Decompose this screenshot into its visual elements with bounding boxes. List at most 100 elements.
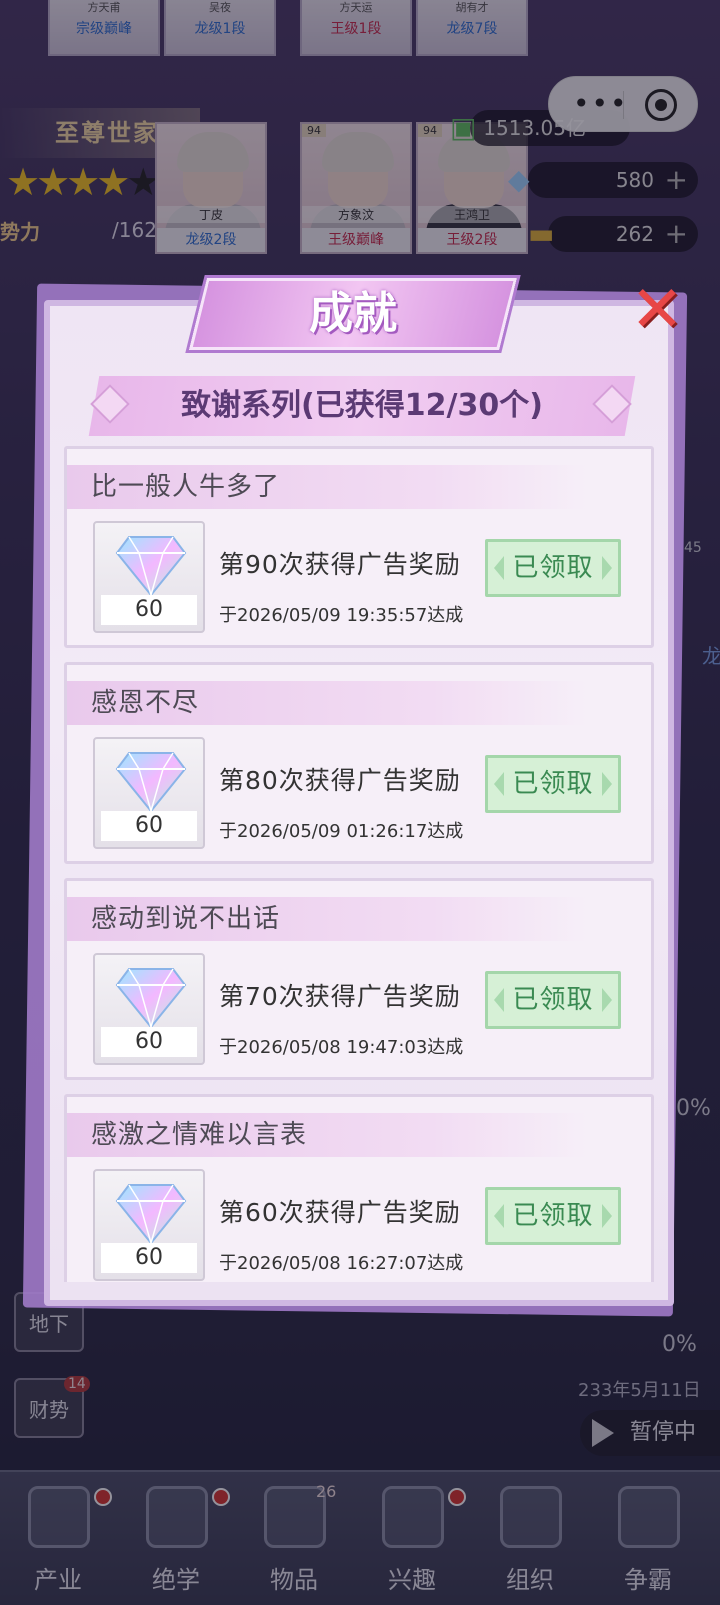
top-card[interactable]: 吴夜 龙级1段 xyxy=(164,0,276,56)
top-card-name: 方天运 xyxy=(339,1,373,14)
claimed-button[interactable]: 已领取 xyxy=(485,539,621,597)
reward-quantity: 60 xyxy=(101,1027,197,1057)
top-card[interactable]: 方天运 王级1段 xyxy=(300,0,412,56)
top-cards-row: 方天甫 宗级巅峰 吴夜 龙级1段 方天运 王级1段 胡有才 龙级7段 xyxy=(0,0,720,60)
character-name: 丁皮 xyxy=(157,206,265,223)
diamond-icon: ◆ xyxy=(508,163,530,196)
top-card-name: 胡有才 xyxy=(455,1,489,14)
diamond-counter[interactable]: ◆ 580 + xyxy=(508,162,698,198)
side-button-label: 地下 xyxy=(29,1312,69,1336)
diamond-icon xyxy=(115,536,187,597)
reward-slot[interactable]: 60 xyxy=(93,953,205,1065)
building-icon xyxy=(28,1486,90,1548)
achievement-description: 第80次获得广告奖励 xyxy=(219,766,461,795)
notification-dot xyxy=(94,1488,112,1506)
nav-compete[interactable]: 争霸 xyxy=(590,1472,706,1605)
claimed-button[interactable]: 已领取 xyxy=(485,1187,621,1245)
notification-dot xyxy=(212,1488,230,1506)
percent-indicator: 0% xyxy=(676,1096,711,1121)
reward-slot[interactable]: 60 xyxy=(93,1169,205,1281)
power-label: 势力 xyxy=(0,220,40,244)
close-miniprogram-icon[interactable] xyxy=(645,89,677,121)
book-icon xyxy=(146,1486,208,1548)
nav-label: 争霸 xyxy=(624,1566,672,1594)
chevron-right-icon xyxy=(602,1204,612,1228)
claimed-label: 已领取 xyxy=(512,1201,594,1231)
character-badge: 94 xyxy=(302,124,326,137)
chevron-left-icon xyxy=(494,556,504,580)
nav-interests[interactable]: 兴趣 xyxy=(354,1472,470,1605)
claimed-button[interactable]: 已领取 xyxy=(485,971,621,1029)
achievement-description: 第60次获得广告奖励 xyxy=(219,1198,461,1227)
diamond-icon xyxy=(115,752,187,813)
achievement-item: 感激之情难以言表 60 第60次获得广告奖励 于2026/05/08 16:27… xyxy=(64,1094,654,1282)
claimed-label: 已领取 xyxy=(512,985,594,1015)
achievement-list[interactable]: 比一般人牛多了 60 第90次获得广告奖励 于2026/05/09 19:35:… xyxy=(64,446,656,1282)
nav-label: 绝学 xyxy=(152,1566,200,1594)
right-card-badge: 45 xyxy=(684,540,702,556)
nav-industry[interactable]: 产业 xyxy=(0,1472,116,1605)
top-card-level: 龙级1段 xyxy=(194,21,246,37)
diamond-icon xyxy=(115,968,187,1029)
notification-dot xyxy=(448,1488,466,1506)
diamond-value: 580 xyxy=(615,168,654,192)
claimed-button[interactable]: 已领取 xyxy=(485,755,621,813)
achievement-date: 于2026/05/09 19:35:57达成 xyxy=(219,605,464,626)
achievement-date: 于2026/05/08 16:27:07达成 xyxy=(219,1253,464,1274)
top-card[interactable]: 方天甫 宗级巅峰 xyxy=(48,0,160,56)
achievement-item: 感动到说不出话 60 第70次获得广告奖励 于2026/05/08 19:47:… xyxy=(64,878,654,1080)
gold-counter[interactable]: ▬ 262 + xyxy=(528,216,698,252)
character-badge: 94 xyxy=(418,124,442,137)
nav-organization[interactable]: 组织 xyxy=(472,1472,588,1605)
close-icon[interactable]: ✕ xyxy=(622,278,692,346)
reward-quantity: 60 xyxy=(101,595,197,625)
achievement-item: 感恩不尽 60 第80次获得广告奖励 于2026/05/09 01:26:17达… xyxy=(64,662,654,864)
wealth-badge: 14 xyxy=(64,1376,90,1392)
right-card-level: 龙 xyxy=(702,644,720,668)
nav-label: 产业 xyxy=(34,1566,82,1594)
pause-button[interactable]: 暂停中 xyxy=(580,1410,720,1456)
trophy-icon xyxy=(618,1486,680,1548)
chevron-right-icon xyxy=(602,556,612,580)
character-card[interactable]: 94 方象汶 王级巅峰 xyxy=(300,122,412,254)
diamond-icon xyxy=(115,1184,187,1245)
reward-slot[interactable]: 60 xyxy=(93,737,205,849)
add-gold-icon[interactable]: + xyxy=(665,216,688,252)
modal-title: 成就 xyxy=(309,288,397,339)
capsule-divider xyxy=(623,91,624,119)
more-menu-icon[interactable]: ••• xyxy=(573,87,629,120)
achievement-date: 于2026/05/09 01:26:17达成 xyxy=(219,821,464,842)
top-card-level: 宗级巅峰 xyxy=(76,21,132,37)
reward-slot[interactable]: 60 xyxy=(93,521,205,633)
nav-items[interactable]: 26 物品 xyxy=(236,1472,352,1605)
family-title: 至尊世家 xyxy=(55,119,159,147)
claimed-label: 已领取 xyxy=(512,553,594,583)
play-icon xyxy=(592,1419,614,1447)
achievement-name: 感动到说不出话 xyxy=(91,904,281,934)
chevron-right-icon xyxy=(602,988,612,1012)
achievement-description: 第70次获得广告奖励 xyxy=(219,982,461,1011)
nav-label: 兴趣 xyxy=(388,1566,436,1594)
reward-quantity: 60 xyxy=(101,811,197,841)
star-icon: ★★★★ xyxy=(6,160,130,204)
money-icon: ▣ xyxy=(450,111,477,144)
chevron-left-icon xyxy=(494,1204,504,1228)
character-hair xyxy=(177,132,249,172)
nav-label: 组织 xyxy=(506,1566,554,1594)
top-card-name: 吴夜 xyxy=(209,1,231,14)
character-hair xyxy=(322,132,394,172)
percent-indicator: 0% xyxy=(662,1332,697,1357)
character-name: 方象汶 xyxy=(302,206,410,223)
add-diamond-icon[interactable]: + xyxy=(665,162,688,198)
bottom-nav: 产业 绝学 26 物品 兴趣 组织 争霸 xyxy=(0,1470,720,1605)
top-card[interactable]: 胡有才 龙级7段 xyxy=(416,0,528,56)
series-title: 致谢系列(已获得12/30个) xyxy=(181,388,543,423)
nav-skills[interactable]: 绝学 xyxy=(118,1472,234,1605)
items-count: 26 xyxy=(316,1482,337,1501)
character-level: 王级巅峰 xyxy=(302,228,410,252)
chevron-right-icon xyxy=(602,772,612,796)
achievement-name: 感恩不尽 xyxy=(91,688,200,718)
character-card[interactable]: 丁皮 龙级2段 xyxy=(155,122,267,254)
achievement-item: 比一般人牛多了 60 第90次获得广告奖励 于2026/05/09 19:35:… xyxy=(64,446,654,648)
chevron-left-icon xyxy=(494,988,504,1012)
